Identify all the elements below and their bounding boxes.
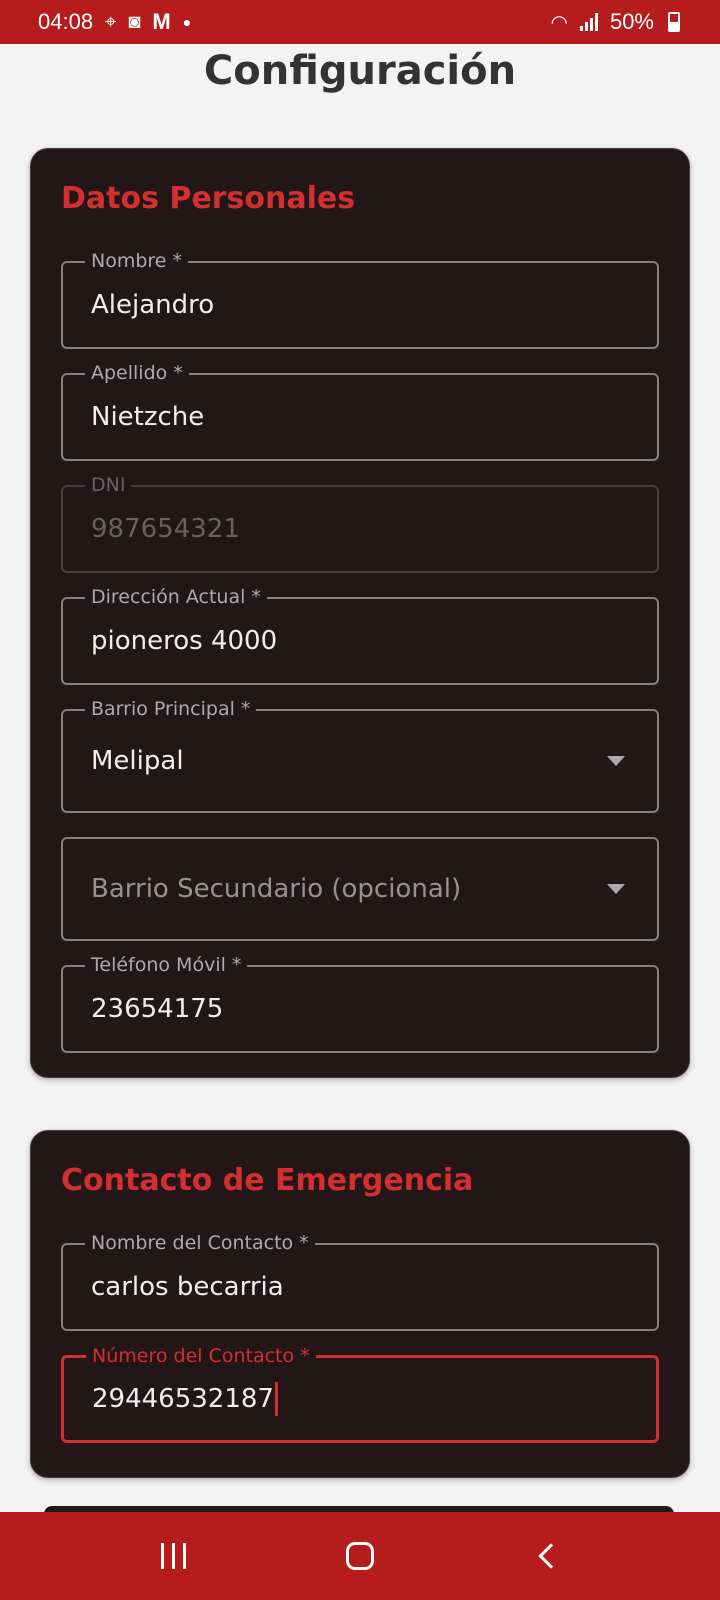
numero-contacto-field[interactable]: Número del Contacto * 29446532187 [61, 1344, 659, 1443]
chevron-down-icon [607, 884, 625, 894]
gmail-icon: M [152, 9, 171, 34]
numero-contacto-value-wrap: 29446532187 [92, 1358, 278, 1440]
personal-data-card: Datos Personales Nombre * Alejandro Apel… [30, 148, 690, 1078]
signal-icon [579, 13, 598, 31]
navigation-bar [0, 1512, 720, 1600]
nombre-contacto-field[interactable]: Nombre del Contacto * carlos becarria [61, 1231, 659, 1331]
text-cursor [274, 1382, 278, 1416]
recents-button[interactable] [133, 1526, 213, 1586]
barrio-principal-value: Melipal [91, 746, 184, 776]
dot-icon: ● [182, 14, 192, 30]
page-title: Configuración [203, 48, 517, 94]
direccion-value: pioneros 4000 [91, 626, 278, 656]
barrio-secundario-select[interactable]: Barrio Secundario (opcional) [61, 837, 659, 941]
personal-data-title: Datos Personales [61, 181, 356, 216]
clock-app-icon: ◙ [128, 11, 141, 33]
battery-percent: 50% [609, 9, 654, 34]
dni-value: 987654321 [91, 514, 240, 544]
home-icon [345, 1542, 374, 1570]
telefono-field[interactable]: Teléfono Móvil * 23654175 [61, 953, 659, 1053]
home-button[interactable] [320, 1526, 400, 1586]
location-icon: ⌖ [105, 11, 117, 33]
status-bar: 04:08 ⌖ ◙ M ● ◠ 50% [0, 0, 720, 44]
status-time: 04:08 [38, 9, 94, 34]
nombre-field[interactable]: Nombre * Alejandro [61, 249, 659, 349]
apellido-value: Nietzche [91, 402, 205, 432]
back-button[interactable] [507, 1526, 587, 1586]
barrio-principal-select[interactable]: Barrio Principal * Melipal [61, 697, 659, 813]
emergency-contact-card: Contacto de Emergencia Nombre del Contac… [30, 1130, 690, 1478]
back-icon [537, 1543, 564, 1569]
recents-icon [160, 1543, 186, 1569]
emergency-contact-title: Contacto de Emergencia [61, 1163, 474, 1198]
telefono-value: 23654175 [91, 994, 224, 1024]
direccion-field[interactable]: Dirección Actual * pioneros 4000 [61, 585, 659, 685]
battery-icon [668, 12, 680, 32]
barrio-secundario-placeholder: Barrio Secundario (opcional) [91, 874, 462, 904]
chevron-down-icon [607, 756, 625, 766]
apellido-field[interactable]: Apellido * Nietzche [61, 361, 659, 461]
wifi-icon: ◠ [550, 11, 568, 34]
numero-contacto-value: 29446532187 [92, 1384, 274, 1414]
dni-field: DNI 987654321 [61, 473, 659, 573]
nombre-contacto-value: carlos becarria [91, 1272, 284, 1302]
nombre-value: Alejandro [91, 290, 215, 320]
